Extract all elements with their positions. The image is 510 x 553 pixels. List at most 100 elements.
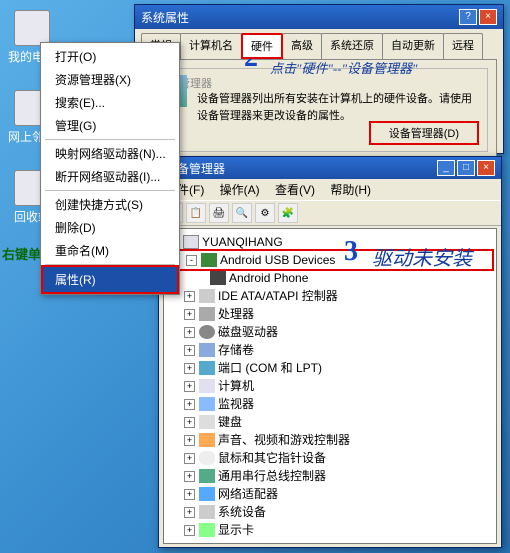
menu-delete[interactable]: 删除(D) <box>41 216 179 239</box>
tree-android-phone[interactable]: Android Phone <box>166 269 494 287</box>
tab-computername[interactable]: 计算机名 <box>180 33 242 59</box>
device-manager-button[interactable]: 设备管理器(D) <box>369 121 479 145</box>
window-title: 系统属性 <box>141 9 457 26</box>
toolbar-btn[interactable]: 🖨 <box>209 203 229 223</box>
menu-bar: 文件(F) 操作(A) 查看(V) 帮助(H) <box>159 179 501 200</box>
sound-icon <box>199 433 215 447</box>
computer-icon <box>183 235 199 249</box>
expand-icon[interactable]: + <box>184 417 195 428</box>
menu-search[interactable]: 搜索(E)... <box>41 91 179 114</box>
tree-mouse-pointing[interactable]: + 鼠标和其它指针设备 <box>166 449 494 467</box>
toolbar-btn[interactable]: 📋 <box>186 203 206 223</box>
tree-display-adapters[interactable]: + 显示卡 <box>166 521 494 539</box>
tree-node-label: 处理器 <box>218 305 254 323</box>
tree-node-label: 显示卡 <box>218 521 254 539</box>
menu-explorer[interactable]: 资源管理器(X) <box>41 68 179 91</box>
titlebar[interactable]: 系统属性 ? × <box>135 5 503 29</box>
annotation-number-3: 3 <box>344 236 358 268</box>
expand-icon[interactable]: + <box>184 489 195 500</box>
tree-usb-controllers[interactable]: + 通用串行总线控制器 <box>166 467 494 485</box>
tree-sound-video-game[interactable]: + 声音、视频和游戏控制器 <box>166 431 494 449</box>
help-button[interactable]: ? <box>459 9 477 25</box>
menu-separator <box>45 190 175 191</box>
mouse-icon <box>199 451 215 465</box>
storage-icon <box>199 343 215 357</box>
window-device-manager: 设备管理器 _ □ × 文件(F) 操作(A) 查看(V) 帮助(H) 🖥 📋 … <box>158 156 502 548</box>
expand-icon[interactable]: + <box>184 471 195 482</box>
tree-node-label: 存储卷 <box>218 341 254 359</box>
toolbar-btn[interactable]: 🧩 <box>278 203 298 223</box>
menu-map-drive[interactable]: 映射网络驱动器(N)... <box>41 142 179 165</box>
chip-icon <box>199 307 215 321</box>
expand-icon[interactable]: + <box>184 363 195 374</box>
tree-node-label: Android USB Devices <box>220 251 335 269</box>
menu-disconnect-drive[interactable]: 断开网络驱动器(I)... <box>41 165 179 188</box>
disk-icon <box>199 325 215 339</box>
menu-manage[interactable]: 管理(G) <box>41 114 179 137</box>
tree-network-adapters[interactable]: +网络适配器 <box>166 485 494 503</box>
minimize-button[interactable]: _ <box>437 160 455 176</box>
device-tree[interactable]: -YUANQIHANG -Android USB Devices Android… <box>163 228 497 544</box>
tree-processors[interactable]: + 处理器 <box>166 305 494 323</box>
toolbar-btn[interactable]: ⚙ <box>255 203 275 223</box>
expand-icon[interactable]: + <box>184 291 195 302</box>
menu-open[interactable]: 打开(O) <box>41 45 179 68</box>
annotation-tip-2: 点击"硬件"--"设备管理器" <box>270 58 418 77</box>
close-button[interactable]: × <box>477 160 495 176</box>
tree-root-label: YUANQIHANG <box>202 233 283 251</box>
close-button[interactable]: × <box>479 9 497 25</box>
tree-monitors[interactable]: +监视器 <box>166 395 494 413</box>
tree-node-label: 端口 (COM 和 LPT) <box>218 359 322 377</box>
network-adapter-icon <box>199 487 215 501</box>
toolbar: 🖥 📋 🖨 🔍 ⚙ 🧩 <box>159 200 501 226</box>
window-title: 设备管理器 <box>165 160 435 177</box>
computer-icon <box>14 10 50 46</box>
phone-icon <box>210 271 226 285</box>
tab-advanced[interactable]: 高级 <box>282 33 322 59</box>
tab-remote[interactable]: 远程 <box>443 33 483 59</box>
pc-icon <box>199 379 215 393</box>
tab-systemrestore[interactable]: 系统还原 <box>321 33 383 59</box>
tree-disk-drives[interactable]: + 磁盘驱动器 <box>166 323 494 341</box>
expand-icon[interactable]: + <box>184 525 195 536</box>
tree-node-label: 磁盘驱动器 <box>218 323 278 341</box>
menu-action[interactable]: 操作(A) <box>220 183 260 197</box>
window-system-properties: 系统属性 ? × 常规 计算机名 硬件 高级 系统还原 自动更新 远程 设备管理… <box>134 4 504 154</box>
menu-help[interactable]: 帮助(H) <box>330 183 371 197</box>
tab-hardware[interactable]: 硬件 <box>241 33 283 59</box>
expand-icon[interactable]: + <box>184 381 195 392</box>
titlebar[interactable]: 设备管理器 _ □ × <box>159 157 501 179</box>
tab-strip: 常规 计算机名 硬件 高级 系统还原 自动更新 远程 <box>135 29 503 59</box>
menu-properties[interactable]: 属性(R) <box>41 265 179 294</box>
tree-storage-volumes[interactable]: + 存储卷 <box>166 341 494 359</box>
expand-icon[interactable]: + <box>184 507 195 518</box>
collapse-icon[interactable]: - <box>186 255 197 266</box>
expand-icon[interactable]: + <box>184 309 195 320</box>
expand-icon[interactable]: + <box>184 435 195 446</box>
context-menu: 打开(O) 资源管理器(X) 搜索(E)... 管理(G) 映射网络驱动器(N)… <box>40 42 180 295</box>
menu-view[interactable]: 查看(V) <box>275 183 315 197</box>
expand-icon[interactable]: + <box>184 345 195 356</box>
tree-system-devices[interactable]: + 系统设备 <box>166 503 494 521</box>
expand-icon[interactable]: + <box>184 399 195 410</box>
tree-node-label: 通用串行总线控制器 <box>218 467 326 485</box>
tree-ports[interactable]: + 端口 (COM 和 LPT) <box>166 359 494 377</box>
tree-node-label: 系统设备 <box>218 503 266 521</box>
menu-rename[interactable]: 重命名(M) <box>41 239 179 262</box>
tree-node-label: 声音、视频和游戏控制器 <box>218 431 350 449</box>
tab-autoupdate[interactable]: 自动更新 <box>382 33 444 59</box>
tree-node-label: 键盘 <box>218 413 242 431</box>
tree-keyboards[interactable]: + 键盘 <box>166 413 494 431</box>
device-manager-group: 设备管理器 设备管理器列出所有安装在计算机上的硬件设备。请使用设备管理器来更改设… <box>150 68 488 152</box>
usb-controller-icon <box>199 469 215 483</box>
toolbar-btn[interactable]: 🔍 <box>232 203 252 223</box>
usb-icon <box>201 253 217 267</box>
tree-node-label: 鼠标和其它指针设备 <box>218 449 326 467</box>
maximize-button[interactable]: □ <box>457 160 475 176</box>
menu-create-shortcut[interactable]: 创建快捷方式(S) <box>41 193 179 216</box>
tree-computer[interactable]: + 计算机 <box>166 377 494 395</box>
expand-icon[interactable]: + <box>184 327 195 338</box>
tree-node-label: 计算机 <box>218 377 254 395</box>
expand-icon[interactable]: + <box>184 453 195 464</box>
tree-ide-atapi[interactable]: +IDE ATA/ATAPI 控制器 <box>166 287 494 305</box>
